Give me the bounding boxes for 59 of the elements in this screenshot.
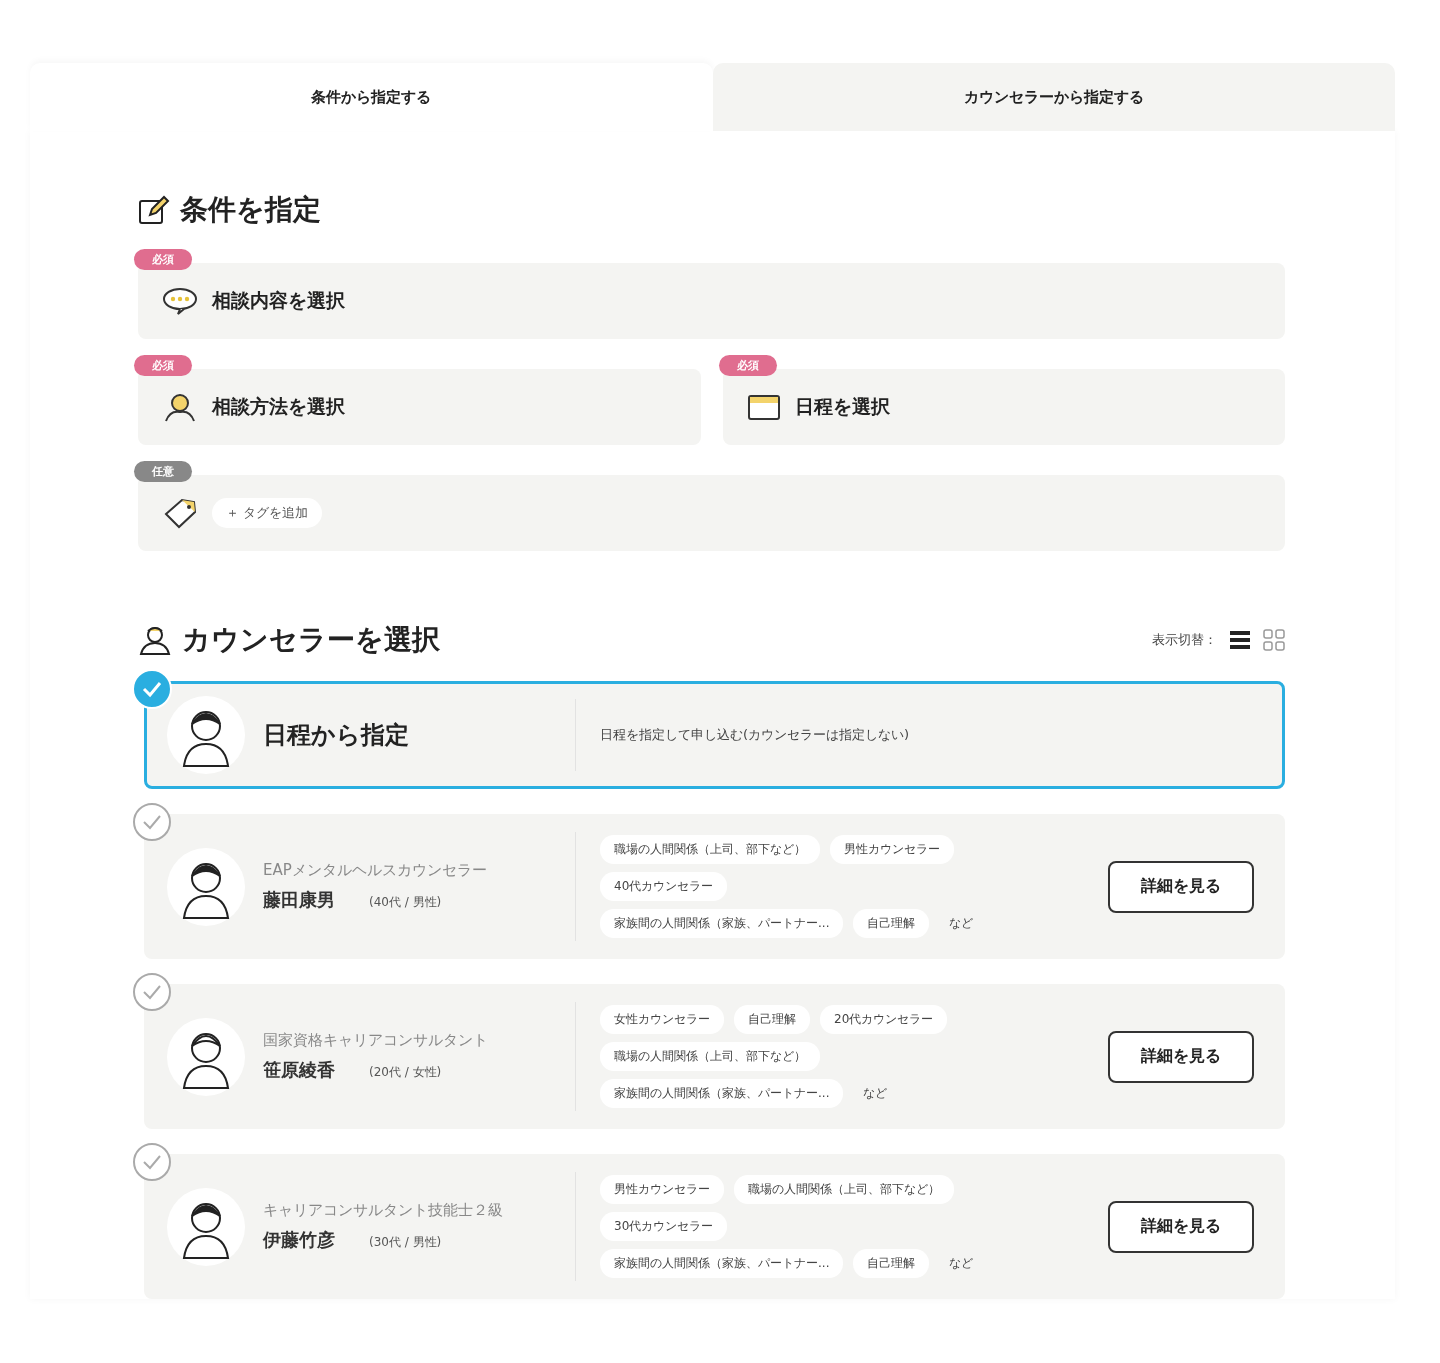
person-icon (138, 625, 172, 655)
counselor-name: 伊藤竹彦 (263, 1228, 335, 1252)
check-icon[interactable] (132, 802, 172, 842)
tag: 家族間の人間関係（家族、パートナー... (600, 1249, 844, 1278)
optional-badge: 任意 (134, 461, 192, 482)
edit-icon (138, 195, 170, 225)
tag: 職場の人間関係（上司、部下など） (600, 835, 820, 864)
tag: 40代カウンセラー (600, 872, 728, 901)
more-text: など (948, 1255, 974, 1272)
section-title: 条件を指定 (180, 192, 321, 228)
qualification: 国家資格キャリアコンサルタント (263, 1031, 489, 1050)
tab[interactable]: カウンセラーから指定する (712, 63, 1395, 131)
details-button[interactable]: 詳細を見る (1108, 1030, 1254, 1083)
tag: 家族間の人間関係（家族、パートナー... (600, 909, 844, 938)
section-title: カウンセラーを選択 (182, 622, 440, 658)
tag: 男性カウンセラー (600, 1175, 724, 1204)
tag: 20代カウンセラー (820, 1005, 948, 1034)
view-toggle-label: 表示切替： (1152, 631, 1217, 649)
option-description: 日程を指定して申し込む(カウンセラーは指定しない) (600, 726, 910, 744)
qualification: EAPメンタルヘルスカウンセラー (263, 861, 488, 880)
grid-view-icon[interactable] (1263, 629, 1285, 651)
condition-label: 相談内容を選択 (212, 288, 345, 313)
counselor-profile: (30代 / 男性) (369, 1234, 442, 1251)
details-button[interactable]: 詳細を見る (1108, 1200, 1254, 1253)
required-badge: 必須 (134, 249, 192, 270)
calendar-icon (746, 393, 781, 421)
condition-label: 日程を選択 (794, 394, 890, 419)
tag: 自己理解 (853, 1249, 930, 1278)
tag: 男性カウンセラー (830, 835, 954, 864)
tag: 女性カウンセラー (600, 1005, 724, 1034)
tag: 30代カウンセラー (600, 1212, 728, 1241)
counselor-profile: (20代 / 女性) (369, 1064, 442, 1081)
speech-bubble-icon (162, 286, 198, 316)
add-tag-button[interactable]: ＋ タグを追加 (212, 498, 323, 528)
condition-label: 相談方法を選択 (212, 394, 345, 419)
more-text: など (948, 915, 974, 932)
tag-icon (162, 496, 198, 530)
tag: 職場の人間関係（上司、部下など） (600, 1042, 820, 1071)
tag: 職場の人間関係（上司、部下など） (734, 1175, 954, 1204)
counselor-card[interactable]: 国家資格キャリアコンサルタント 笹原綾香 (20代 / 女性) 女性カウンセラー 自己理解 20代カウンセラー 職場の人間関係（上司、部下など） 家族間の人間関係（家族、パートナー... など 詳細を見る (144, 984, 1285, 1129)
required-badge: 必須 (134, 355, 192, 376)
details-button[interactable]: 詳細を見る (1108, 860, 1254, 913)
list-view-icon[interactable] (1229, 629, 1251, 651)
option-title: 日程から指定 (263, 720, 410, 751)
counselor-card[interactable]: キャリアコンサルタント技能士２級 伊藤竹彦 (30代 / 男性) 男性カウンセラー 職場の人間関係（上司、部下など） 30代カウンセラー 家族間の人間関係（家族、パートナー... 自己理解 など 詳細を見る (144, 1154, 1285, 1299)
counselor-card[interactable]: EAPメンタルヘルスカウンセラー 藤田康男 (40代 / 男性) 職場の人間関係（上司、部下など） 男性カウンセラー 40代カウンセラー 家族間の人間関係（家族、パートナー... 自己理解 など 詳細を見る (144, 814, 1285, 959)
counselor-card[interactable]: 日程から指定 日程を指定して申し込む(カウンセラーは指定しない) (144, 681, 1285, 789)
check-icon[interactable] (132, 1142, 172, 1182)
check-icon[interactable] (132, 972, 172, 1012)
person-icon (162, 392, 198, 422)
more-text: など (862, 1085, 888, 1102)
counselor-name: 笹原綾香 (263, 1058, 335, 1082)
counselor-profile: (40代 / 男性) (369, 894, 442, 911)
tag: 自己理解 (853, 909, 930, 938)
counselor-name: 藤田康男 (263, 888, 335, 912)
required-badge: 必須 (718, 355, 777, 376)
qualification: キャリアコンサルタント技能士２級 (263, 1201, 504, 1220)
tag: 家族間の人間関係（家族、パートナー... (600, 1079, 844, 1108)
tag: 自己理解 (734, 1005, 810, 1034)
